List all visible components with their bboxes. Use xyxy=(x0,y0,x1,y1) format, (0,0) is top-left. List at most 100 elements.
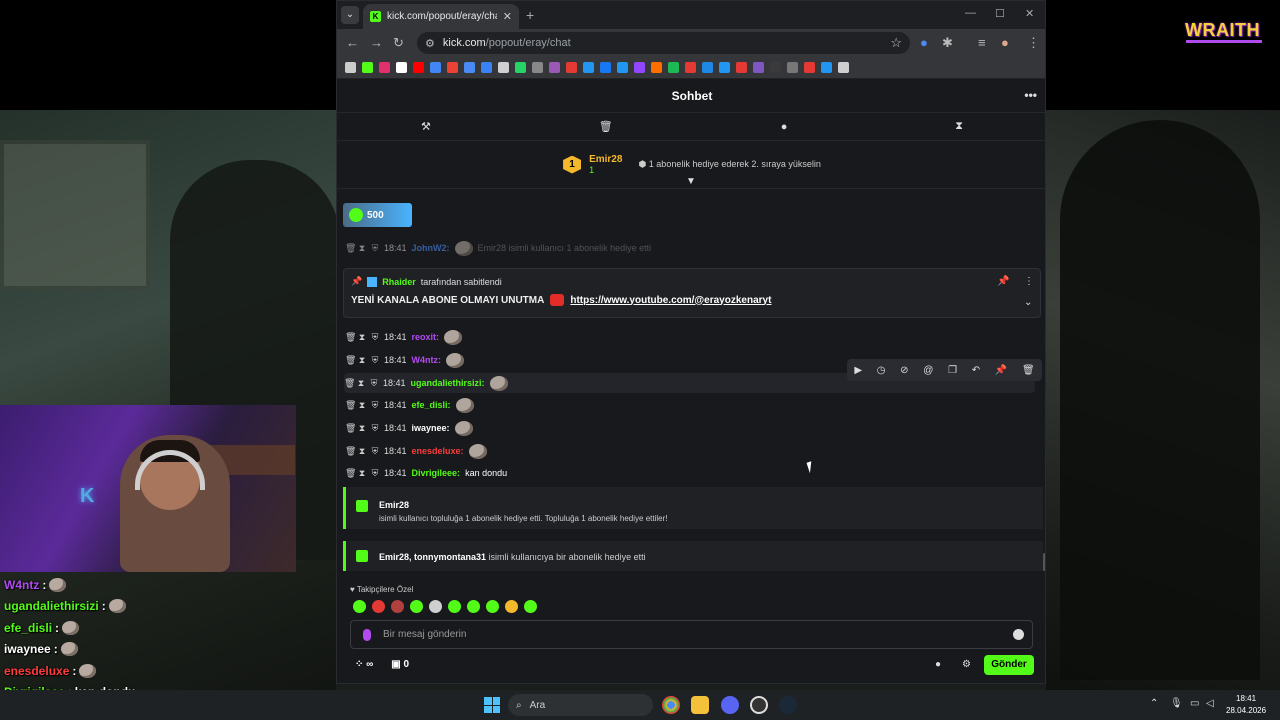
message-username[interactable]: JohnW2: xyxy=(412,243,450,253)
collapse-icon[interactable]: ▼ xyxy=(686,176,696,187)
bookmark-icon[interactable] xyxy=(447,62,458,73)
delete-icon[interactable]: 🗑 xyxy=(345,446,356,457)
delete-icon[interactable]: 🗑 xyxy=(345,243,356,254)
timeout-icon[interactable]: ⧗ xyxy=(358,446,366,457)
message-username[interactable]: Divrigileee: xyxy=(412,468,461,478)
emoji-icon[interactable] xyxy=(1013,629,1024,640)
message-username[interactable]: iwaynee: xyxy=(412,423,450,433)
bookmark-icon[interactable] xyxy=(430,62,441,73)
site-info-icon[interactable]: ⚙ xyxy=(425,37,435,50)
unpin-icon[interactable]: 📌 xyxy=(997,276,1009,287)
gifter-name[interactable]: Emir28 xyxy=(589,154,622,165)
chrome-app-icon[interactable] xyxy=(662,696,680,714)
pin-message-icon[interactable]: 📌 xyxy=(995,365,1007,376)
bookmark-icon[interactable] xyxy=(668,62,679,73)
forward-icon[interactable]: → xyxy=(370,35,383,50)
pin-menu-icon[interactable]: ⋮ xyxy=(1024,276,1034,287)
file-explorer-icon[interactable] xyxy=(691,696,709,714)
bookmark-icon[interactable] xyxy=(549,62,560,73)
chat-scrollbar[interactable] xyxy=(1043,553,1045,571)
bookmark-icon[interactable] xyxy=(515,62,526,73)
extension-shazam-icon[interactable]: ● xyxy=(920,35,928,50)
points-icon[interactable]: ▣ 0 xyxy=(391,659,409,670)
delete-message-icon[interactable]: 🗑 xyxy=(1022,365,1035,376)
timeout-icon[interactable]: ⧗ xyxy=(358,468,366,479)
system-clock[interactable]: 18:41 28.04.2026 xyxy=(1226,693,1266,717)
bookmark-icon[interactable] xyxy=(600,62,611,73)
bookmark-icon[interactable] xyxy=(464,62,475,73)
bookmark-icon[interactable] xyxy=(787,62,798,73)
bookmark-icon[interactable] xyxy=(702,62,713,73)
bookmark-icon[interactable] xyxy=(770,62,781,73)
delete-icon[interactable]: 🗑 xyxy=(345,355,356,366)
tray-overflow-icon[interactable]: ⌃ xyxy=(1150,698,1158,709)
timeout-icon[interactable]: ⧗ xyxy=(358,355,366,366)
bookmark-star-icon[interactable]: ☆ xyxy=(890,35,902,51)
bookmark-icon[interactable] xyxy=(651,62,662,73)
expand-pin-icon[interactable]: ⌄ xyxy=(1024,297,1032,308)
discord-app-icon[interactable] xyxy=(721,696,739,714)
bookmark-icon[interactable] xyxy=(379,62,390,73)
bookmark-icon[interactable] xyxy=(838,62,849,73)
start-button[interactable] xyxy=(484,697,500,713)
bookmark-icon[interactable] xyxy=(362,62,373,73)
timeout-icon[interactable]: ⧗ xyxy=(358,332,366,343)
message-input[interactable]: Bir mesaj gönderin xyxy=(350,620,1033,649)
bookmark-icon[interactable] xyxy=(532,62,543,73)
gift-event-name[interactable]: Emir28 xyxy=(379,500,409,510)
bookmark-icon[interactable] xyxy=(583,62,594,73)
quick-emote-icon[interactable] xyxy=(429,600,442,613)
reply-icon[interactable]: ↶ xyxy=(972,365,980,376)
media-icon[interactable]: ≡ xyxy=(978,35,986,50)
browser-tab[interactable]: K kick.com/popout/eray/chat ✕ xyxy=(363,4,519,29)
network-icon[interactable]: ▭ xyxy=(1190,698,1199,709)
delete-icon[interactable]: 🗑 xyxy=(345,468,356,479)
message-username[interactable]: reoxit: xyxy=(412,332,440,342)
taskbar-search[interactable]: ⌕ Ara xyxy=(508,694,653,716)
timeout-icon[interactable]: ⧗ xyxy=(357,378,365,389)
copy-icon[interactable]: ❐ xyxy=(948,365,957,376)
quick-emote-icon[interactable] xyxy=(410,600,423,613)
bookmark-icon[interactable] xyxy=(804,62,815,73)
microphone-tray-icon[interactable]: 🎙 xyxy=(1170,698,1183,709)
chat-settings-bubble-icon[interactable]: ● xyxy=(935,659,941,670)
quick-emote-icon[interactable] xyxy=(372,600,385,613)
browser-menu-icon[interactable]: ⋮ xyxy=(1027,35,1040,51)
bookmark-icon[interactable] xyxy=(617,62,628,73)
delete-icon[interactable]: 🗑 xyxy=(345,423,356,434)
gift-event-names-text[interactable]: Emir28, tonnymontana31 xyxy=(379,552,486,562)
quick-emote-icon[interactable] xyxy=(353,600,366,613)
bookmark-icon[interactable] xyxy=(481,62,492,73)
timeout-icon[interactable]: ⧗ xyxy=(358,243,366,254)
profile-avatar-icon[interactable]: ● xyxy=(1001,35,1009,50)
url-field[interactable]: ⚙ kick.com/popout/eray/chat ☆ xyxy=(417,32,910,54)
bookmark-icon[interactable] xyxy=(345,62,356,73)
quick-emote-icon[interactable] xyxy=(486,600,499,613)
delete-icon[interactable]: 🗑 xyxy=(345,332,356,343)
bookmark-icon[interactable] xyxy=(821,62,832,73)
kicks-goal[interactable]: 500 xyxy=(343,203,412,227)
reload-icon[interactable]: ↻ xyxy=(393,35,404,51)
close-tab-icon[interactable]: ✕ xyxy=(503,10,512,23)
bookmark-icon[interactable] xyxy=(753,62,764,73)
bookmark-icon[interactable] xyxy=(634,62,645,73)
obs-app-icon[interactable] xyxy=(750,696,768,714)
bookmark-icon[interactable] xyxy=(396,62,407,73)
message-username[interactable]: ugandaliethirsizi: xyxy=(411,378,485,388)
minimize-icon[interactable]: — xyxy=(965,7,976,19)
tab-search-button[interactable]: ⌄ xyxy=(341,6,359,24)
pinned-link[interactable]: https://www.youtube.com/@erayozkenaryt xyxy=(570,295,771,306)
steam-app-icon[interactable] xyxy=(779,696,797,714)
viewers-icon[interactable]: ⁘ ∞ xyxy=(355,659,373,670)
new-tab-icon[interactable]: + xyxy=(526,7,534,23)
message-username[interactable]: enesdeluxe: xyxy=(412,446,464,456)
ban-hammer-icon[interactable]: ⚒ xyxy=(421,120,431,133)
chat-bubble-icon[interactable]: ● xyxy=(781,121,788,133)
timeout-clock-icon[interactable]: ◷ xyxy=(877,365,886,376)
quick-emote-icon[interactable] xyxy=(448,600,461,613)
extensions-icon[interactable]: ✱ xyxy=(942,35,953,51)
pinned-by[interactable]: Rhaider xyxy=(382,277,416,287)
settings-gear-icon[interactable]: ⚙ xyxy=(962,659,971,670)
mention-icon[interactable]: @ xyxy=(923,365,933,376)
trash-icon[interactable]: 🗑 xyxy=(599,120,613,133)
